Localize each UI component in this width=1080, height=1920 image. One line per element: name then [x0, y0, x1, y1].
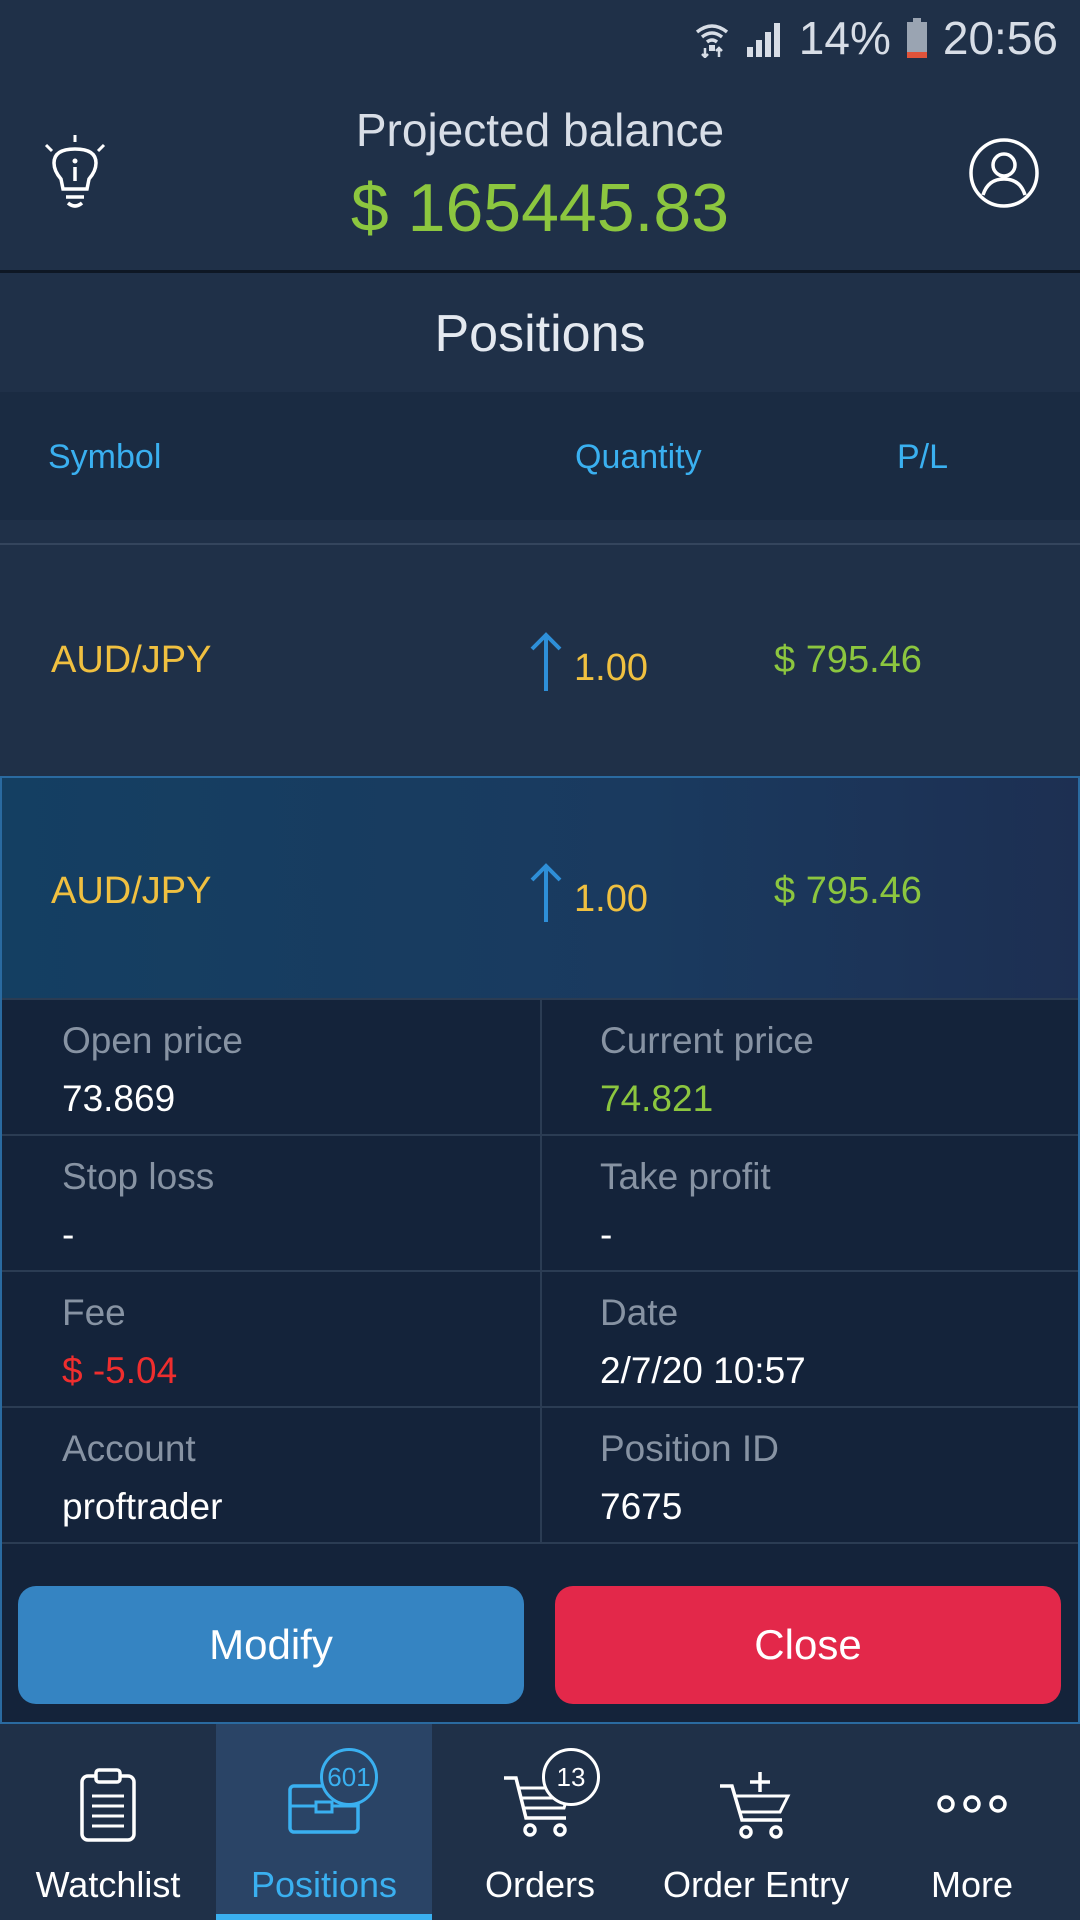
detail-row: Stop loss - Take profit - [2, 1136, 1078, 1272]
battery-icon [906, 17, 927, 58]
position-symbol: AUD/JPY [51, 639, 212, 681]
nav-more-label: More [930, 1864, 1014, 1905]
up-arrow-icon [530, 632, 562, 691]
position-symbol: AUD/JPY [51, 870, 212, 912]
open-price-cell: Open price 73.869 [2, 1000, 540, 1134]
column-quantity[interactable]: Quantity [575, 438, 702, 477]
page-title: Positions [0, 276, 1080, 392]
account-label: Account [62, 1428, 196, 1469]
date-label: Date [600, 1292, 679, 1333]
wifi-icon [695, 23, 728, 58]
position-quantity: 1.00 [574, 647, 648, 689]
open-price-value: 73.869 [62, 1078, 176, 1119]
nav-positions-label: Positions [250, 1864, 398, 1905]
fee-value: $ -5.04 [62, 1350, 178, 1391]
position-id-cell: Position ID 7675 [540, 1408, 1078, 1542]
projected-balance-value: $ 165445.83 [350, 170, 730, 246]
account-value: proftrader [62, 1486, 223, 1527]
position-quantity: 1.00 [574, 878, 648, 920]
take-profit-cell: Take profit - [540, 1136, 1078, 1270]
column-pl[interactable]: P/L [897, 438, 948, 477]
nav-watchlist[interactable]: Watchlist [0, 1724, 216, 1920]
status-bar: 14% 20:56 [0, 0, 1080, 75]
date-cell: Date 2/7/20 10:57 [540, 1272, 1078, 1406]
clipboard-icon [80, 1768, 136, 1842]
modify-button[interactable]: Modify [18, 1586, 524, 1704]
current-price-value: 74.821 [600, 1078, 714, 1119]
orders-count-badge: 13 [542, 1748, 600, 1806]
detail-row: Account proftrader Position ID 7675 [2, 1408, 1078, 1544]
app-header: Projected balance $ 165445.83 [0, 75, 1080, 273]
table-row-selected[interactable]: AUD/JPY 1.00 $ 795.46 [2, 778, 1078, 1000]
fee-cell: Fee $ -5.04 [2, 1272, 540, 1406]
user-icon[interactable] [968, 137, 1040, 209]
open-price-label: Open price [62, 1020, 243, 1061]
account-cell: Account proftrader [2, 1408, 540, 1542]
current-price-label: Current price [600, 1020, 814, 1061]
fee-label: Fee [62, 1292, 126, 1333]
position-details: Open price 73.869 Current price 74.821 S… [2, 1000, 1078, 1544]
table-row[interactable]: AUD/JPY 1.00 $ 795.46 [0, 545, 1080, 771]
detail-row: Open price 73.869 Current price 74.821 [2, 1000, 1078, 1136]
balance-title: Projected balance [355, 104, 725, 156]
position-pl: $ 795.46 [774, 639, 922, 681]
position-id-label: Position ID [600, 1428, 779, 1469]
nav-positions[interactable]: 601 Positions [216, 1724, 432, 1920]
clock: 20:56 [942, 11, 1058, 64]
table-header: Symbol Quantity P/L [0, 392, 1080, 520]
stop-loss-cell: Stop loss - [2, 1136, 540, 1270]
stop-loss-label: Stop loss [62, 1156, 215, 1197]
date-value: 2/7/20 10:57 [600, 1350, 806, 1391]
cart-plus-icon [720, 1772, 791, 1839]
position-pl: $ 795.46 [774, 870, 922, 912]
action-buttons: Modify Close [2, 1572, 1078, 1722]
close-position-button[interactable]: Close [555, 1586, 1061, 1704]
bottom-nav: Watchlist 601 Positions 13 Orders Order … [0, 1724, 1080, 1920]
column-symbol[interactable]: Symbol [48, 438, 161, 477]
current-price-cell: Current price 74.821 [540, 1000, 1078, 1134]
battery-percent: 14% [798, 11, 891, 64]
take-profit-label: Take profit [600, 1156, 771, 1197]
stop-loss-value: - [62, 1214, 75, 1255]
take-profit-value: - [600, 1214, 613, 1255]
detail-row: Fee $ -5.04 Date 2/7/20 10:57 [2, 1272, 1078, 1408]
more-dots-icon [937, 1795, 1007, 1813]
signal-icon [746, 22, 780, 57]
nav-order-entry-label: Order Entry [662, 1864, 850, 1905]
position-id-value: 7675 [600, 1486, 683, 1527]
expanded-position: AUD/JPY 1.00 $ 795.46 Open price 73.869 … [0, 776, 1080, 1724]
nav-orders[interactable]: 13 Orders [432, 1724, 648, 1920]
nav-more[interactable]: More [864, 1724, 1080, 1920]
nav-watchlist-label: Watchlist [35, 1864, 181, 1905]
up-arrow-icon [530, 863, 562, 922]
nav-orders-label: Orders [484, 1864, 596, 1905]
nav-order-entry[interactable]: Order Entry [648, 1724, 864, 1920]
positions-count-badge: 601 [320, 1748, 378, 1806]
